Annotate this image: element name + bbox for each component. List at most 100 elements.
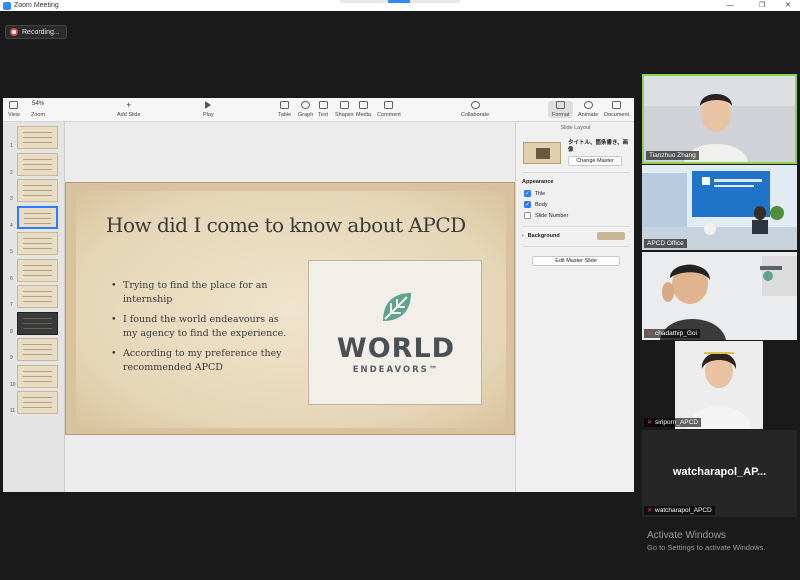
slide-thumbnail[interactable] [17,338,58,361]
format-inspector: Slide Layout タイトル、箇条書き、画像 Change Master … [515,122,634,492]
slide-number: 6 [10,275,13,282]
world-endeavors-logo-image[interactable]: WORLD ENDEAVORS™ [308,260,482,405]
bullet-item: I found the world endeavours as my agenc… [111,313,291,341]
title-checkbox[interactable]: ✓ [524,190,531,197]
participant-video [642,165,797,250]
slide-bullets[interactable]: Trying to find the place for an internsh… [111,279,291,381]
participant-tile[interactable]: ✕ chadathip_Goi [642,252,797,340]
leaf-logo-icon [383,293,411,321]
play-button[interactable]: Play [203,101,214,118]
change-master-button[interactable]: Change Master [568,156,622,166]
minimize-icon[interactable]: — [720,0,740,11]
recording-indicator[interactable]: Recording... [5,25,67,39]
slide-canvas[interactable]: How did I come to know about APCD Trying… [65,122,515,492]
shapes-button[interactable]: Shapes [335,101,354,118]
slide-background: How did I come to know about APCD Trying… [76,191,506,428]
play-icon [205,101,212,109]
participant-tile-no-video[interactable]: watcharapol_AP... ✕ watcharapol_APCD [642,430,797,517]
divider [522,226,630,227]
body-checkbox-row[interactable]: ✓ Body [524,201,548,208]
divider [522,246,630,247]
slide-thumbnail[interactable] [17,285,58,308]
logo-text-world: WORLD [336,333,456,364]
participant-video [642,252,797,340]
slide-thumbnail[interactable] [17,179,58,202]
slide-number-checkbox-row[interactable]: Slide Number [524,212,568,219]
slide-number: 1 [10,143,13,149]
participant-video [642,341,797,429]
divider [522,172,630,173]
participant-name-label: APCD Office [644,239,687,248]
muted-mic-icon: ✕ [647,508,653,514]
shared-screen-keynote: View 54% Zoom + Add Slide Play Table Gra… [3,98,634,492]
participant-tile[interactable]: ✕ siriporn_APCD [642,341,797,429]
appearance-heading: Appearance [522,179,554,185]
zoom-button[interactable]: 54% Zoom [31,101,45,118]
master-name: タイトル、箇条書き、画像 [568,140,629,153]
background-row[interactable]: › Background [522,231,630,241]
collaborate-button[interactable]: Collaborate [461,101,489,118]
inspector-title: Slide Layout [560,125,591,131]
participant-name-label: ✕ watcharapol_APCD [644,506,715,515]
slide-title[interactable]: How did I come to know about APCD [106,213,506,237]
bullet-item: Trying to find the place for an internsh… [111,279,291,307]
text-button[interactable]: Text [318,101,328,118]
slide-number: 4 [10,222,13,229]
activate-windows-title: Activate Windows [647,530,726,541]
title-checkbox-row[interactable]: ✓ Title [524,190,545,197]
body-checkbox[interactable]: ✓ [524,201,531,208]
current-slide[interactable]: How did I come to know about APCD Trying… [65,182,515,435]
document-button[interactable]: Document [604,101,629,118]
animate-button[interactable]: Animate [578,101,598,118]
edit-master-slide-button[interactable]: Edit Master Slide [532,256,620,266]
collaborate-icon [470,101,480,109]
add-slide-button[interactable]: + Add Slide [117,101,141,119]
slide-thumbnail[interactable] [17,205,58,229]
slide-thumbnail[interactable] [17,258,58,282]
slide-number: 2 [10,169,13,176]
participant-name-label: Tianzhuo Zhang [646,151,699,160]
participant-tile-active-speaker[interactable]: Tianzhuo Zhang [642,74,797,164]
slide-thumbnail[interactable] [17,152,58,176]
participant-video [644,76,795,162]
comment-icon [384,101,394,109]
slide-thumbnail[interactable] [17,391,58,414]
media-button[interactable]: Media [356,101,371,118]
participant-tile[interactable]: APCD Office [642,165,797,250]
meeting-top-bar[interactable] [340,0,460,3]
recording-icon [10,28,18,36]
graph-button[interactable]: Graph [298,101,313,118]
view-button[interactable]: View [8,101,20,118]
zoom-value: 54% [32,101,45,107]
slide-number: 5 [10,249,13,255]
zoom-app-icon [3,1,11,10]
keynote-toolbar: View 54% Zoom + Add Slide Play Table Gra… [3,98,634,122]
slide-number: 3 [10,196,13,202]
participant-name-label: ✕ chadathip_Goi [644,329,700,338]
slide-thumbnail[interactable] [17,364,58,388]
table-button[interactable]: Table [278,101,291,118]
slide-thumbnail[interactable] [17,232,58,255]
animate-icon [583,101,593,109]
comment-button[interactable]: Comment [377,101,401,118]
maximize-icon[interactable]: ❐ [752,0,772,11]
format-icon [556,101,566,109]
media-icon [358,101,368,109]
close-icon[interactable]: ✕ [778,0,798,11]
slide-number: 11 [10,408,16,414]
recording-label: Recording... [22,28,60,36]
table-icon [280,101,290,109]
background-color-swatch[interactable] [597,232,625,240]
bullet-item: According to my preference they recommen… [111,347,291,375]
muted-mic-icon: ✕ [647,420,653,426]
slide-thumbnail[interactable] [17,311,58,335]
participant-name-label: ✕ siriporn_APCD [644,418,702,427]
slide-number: 9 [10,355,13,361]
slide-number-checkbox[interactable] [524,212,531,219]
slide-navigator[interactable]: 1 2 3 4 5 6 7 8 9 10 11 [3,122,65,492]
slide-thumbnail[interactable] [17,126,58,149]
master-thumbnail[interactable] [523,142,561,164]
slide-number: 10 [10,381,16,388]
muted-mic-icon: ✕ [647,331,653,337]
format-button[interactable]: Format [548,101,574,118]
